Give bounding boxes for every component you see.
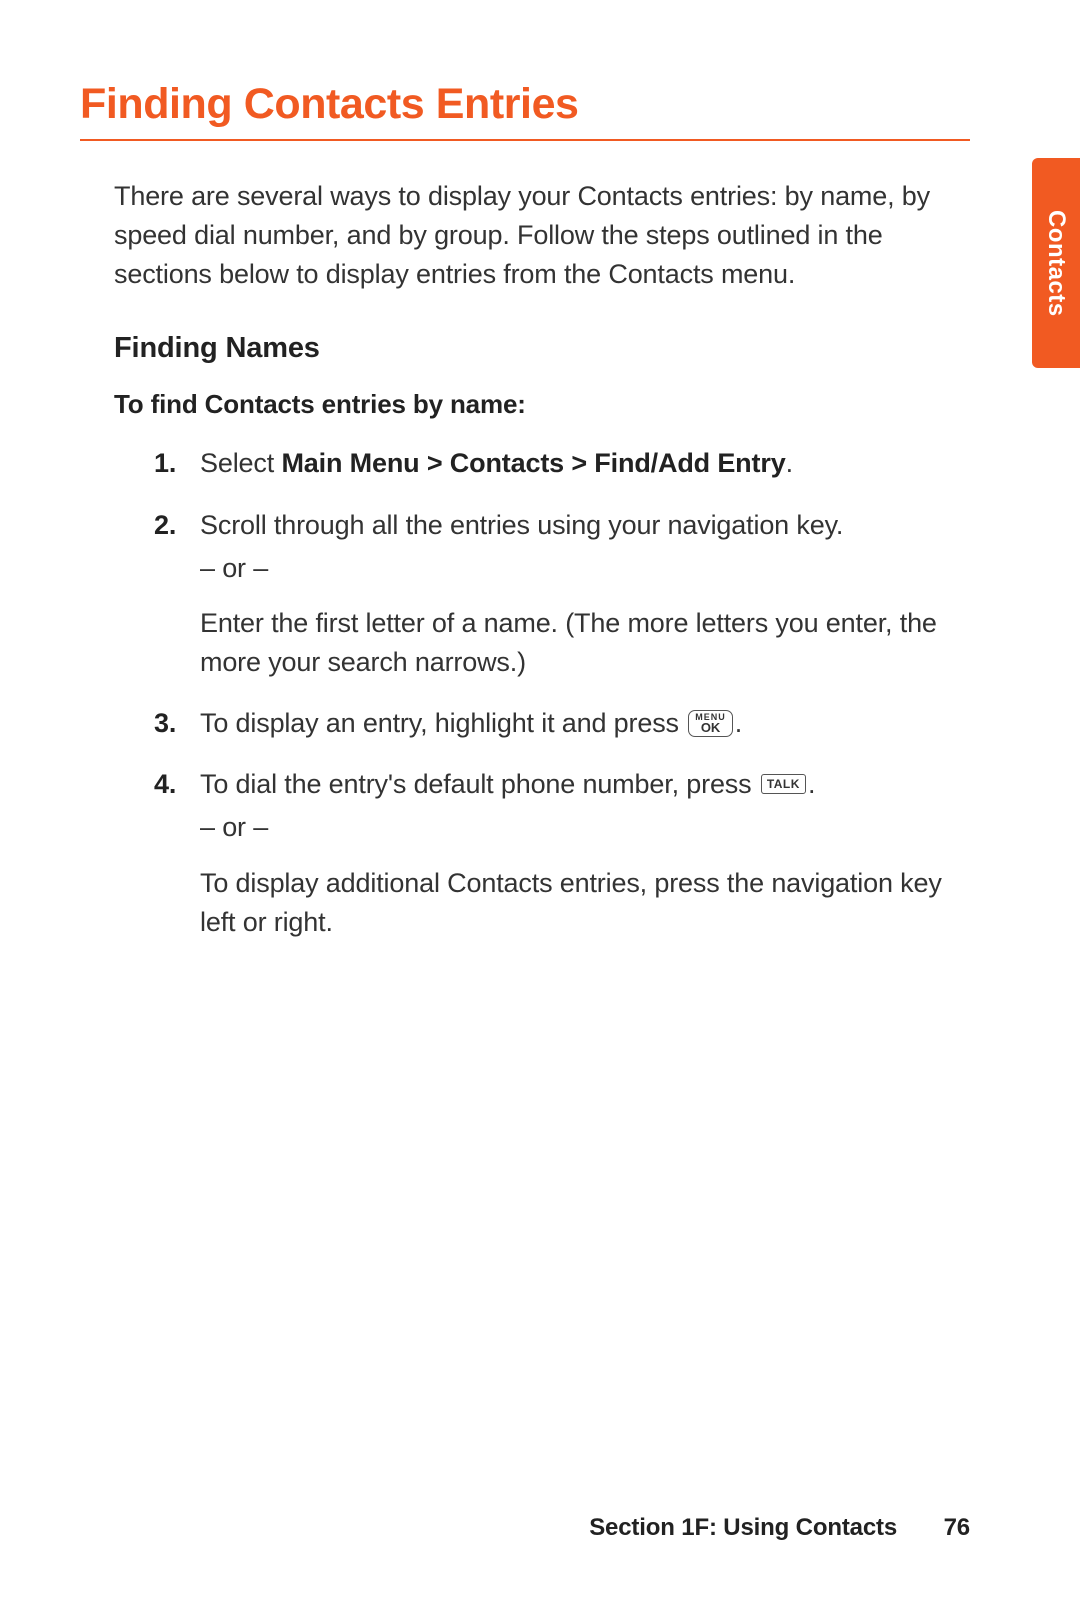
step-number: 2. xyxy=(154,506,176,545)
page-number: 76 xyxy=(944,1514,970,1541)
step-text: Select xyxy=(200,448,281,478)
step-text-alt: Enter the first letter of a name. (The m… xyxy=(200,608,937,677)
step-3: 3. To display an entry, highlight it and… xyxy=(154,704,960,743)
step-number: 4. xyxy=(154,765,176,804)
step-number: 1. xyxy=(154,444,176,483)
instruction-line: To find Contacts entries by name: xyxy=(114,389,970,420)
step-4: 4. To dial the entry's default phone num… xyxy=(154,765,960,942)
or-divider: – or – xyxy=(200,549,960,588)
menu-path: Main Menu > Contacts > Find/Add Entry xyxy=(281,448,785,478)
step-text: To dial the entry's default phone number… xyxy=(200,769,759,799)
step-text-end: . xyxy=(786,448,793,478)
footer-section-label: Section 1F: Using Contacts xyxy=(589,1514,897,1541)
step-text-alt: To display additional Contacts entries, … xyxy=(200,868,942,937)
page-footer: Section 1F: Using Contacts 76 xyxy=(589,1514,970,1542)
step-1: 1. Select Main Menu > Contacts > Find/Ad… xyxy=(154,444,960,483)
intro-paragraph: There are several ways to display your C… xyxy=(114,177,960,294)
step-number: 3. xyxy=(154,704,176,743)
talk-key-icon: TALK xyxy=(761,774,806,794)
step-text-end: . xyxy=(735,708,742,738)
or-divider: – or – xyxy=(200,808,960,847)
steps-list: 1. Select Main Menu > Contacts > Find/Ad… xyxy=(154,444,960,941)
step-text-end: . xyxy=(808,769,815,799)
step-text: Scroll through all the entries using you… xyxy=(200,510,843,540)
subheading-finding-names: Finding Names xyxy=(114,332,970,365)
step-2: 2. Scroll through all the entries using … xyxy=(154,506,960,683)
menu-ok-key-icon: MENUOK xyxy=(688,710,733,737)
step-text: To display an entry, highlight it and pr… xyxy=(200,708,686,738)
page-title: Finding Contacts Entries xyxy=(80,80,970,141)
section-tab-contacts: Contacts xyxy=(1032,158,1080,368)
